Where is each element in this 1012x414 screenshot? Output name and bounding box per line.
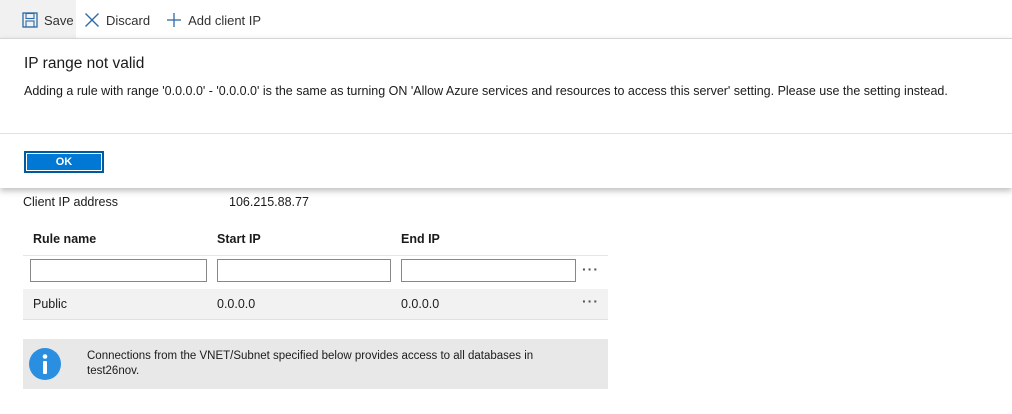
rule-name-input[interactable]	[30, 259, 207, 282]
info-icon	[28, 347, 62, 381]
discard-button[interactable]: Discard	[76, 0, 158, 40]
save-button[interactable]: Save	[0, 0, 76, 40]
end-ip-cell: 0.0.0.0	[401, 297, 440, 311]
end-ip-input[interactable]	[401, 259, 576, 282]
dialog-message: Adding a rule with range '0.0.0.0' - '0.…	[24, 84, 948, 98]
rule-name-cell: Public	[33, 297, 68, 311]
dialog-divider	[0, 133, 1012, 134]
table-row[interactable]	[23, 289, 608, 320]
client-ip-label: Client IP address	[23, 195, 118, 209]
column-header-start-ip: Start IP	[217, 232, 261, 246]
save-label: Save	[44, 12, 74, 28]
column-header-end-ip: End IP	[401, 232, 440, 246]
close-icon	[84, 12, 100, 28]
discard-label: Discard	[106, 12, 151, 28]
column-header-rule-name: Rule name	[33, 232, 97, 246]
command-bar: Save Discard Add client IP	[0, 0, 1012, 40]
save-icon	[22, 12, 38, 28]
table-header-divider	[23, 255, 608, 256]
new-row-more-icon[interactable]: ···	[582, 261, 599, 277]
start-ip-cell: 0.0.0.0	[217, 297, 256, 311]
dialog-title: IP range not valid	[24, 55, 145, 72]
row-more-icon[interactable]: ···	[582, 293, 599, 309]
plus-icon	[166, 12, 182, 28]
client-ip-value: 106.215.88.77	[229, 195, 309, 209]
ip-range-dialog: IP range not valid Adding a rule with ra…	[0, 38, 1012, 188]
info-banner: Connections from the VNET/Subnet specifi…	[23, 339, 608, 389]
add-client-ip-button[interactable]: Add client IP	[158, 0, 269, 40]
add-client-ip-label: Add client IP	[188, 12, 262, 28]
info-text: Connections from the VNET/Subnet specifi…	[87, 350, 534, 377]
start-ip-input[interactable]	[217, 259, 391, 282]
ok-button[interactable]: OK	[24, 151, 104, 173]
